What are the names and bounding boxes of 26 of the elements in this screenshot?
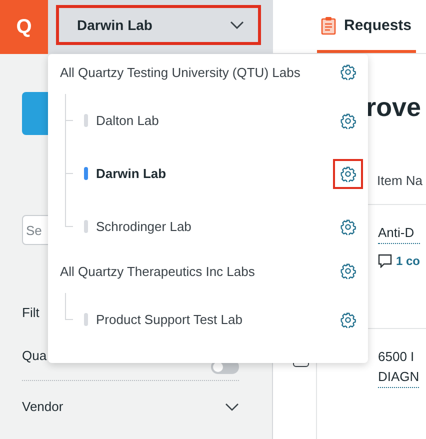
lab-item[interactable]: Product Support Test Lab: [96, 312, 333, 327]
settings-button[interactable]: [333, 158, 363, 188]
settings-icon: [340, 263, 356, 279]
organization-item[interactable]: All Quartzy Therapeutics Inc Labs: [60, 264, 255, 278]
comment-icon: [378, 254, 392, 268]
settings-icon: [340, 112, 356, 128]
chevron-down-icon[interactable]: [225, 402, 239, 410]
lab-item[interactable]: Darwin Lab: [96, 166, 333, 181]
vendor-filter-label[interactable]: Vendor: [22, 399, 64, 414]
column-header: Item Na: [377, 173, 423, 188]
lab-selector[interactable]: Darwin Lab: [56, 5, 261, 45]
page-heading: rove: [366, 92, 421, 122]
item-name-link[interactable]: Anti-D: [378, 223, 420, 244]
lab-item[interactable]: Schrodinger Lab: [96, 219, 333, 234]
filters-label: Filt: [22, 305, 40, 320]
toggle-label: Qua: [22, 348, 47, 363]
chevron-down-icon: [230, 21, 244, 29]
lab-item[interactable]: Dalton Lab: [96, 113, 333, 128]
settings-icon: [340, 64, 356, 80]
settings-icon: [340, 312, 356, 328]
item-name-link[interactable]: 6500 I DIAGN: [378, 347, 420, 388]
comments-link[interactable]: 1 co: [396, 254, 420, 268]
organization-item[interactable]: All Quartzy Testing University (QTU) Labs: [60, 64, 300, 80]
clipboard-icon: [321, 16, 336, 34]
settings-icon: [340, 166, 356, 182]
settings-icon: [340, 218, 356, 234]
